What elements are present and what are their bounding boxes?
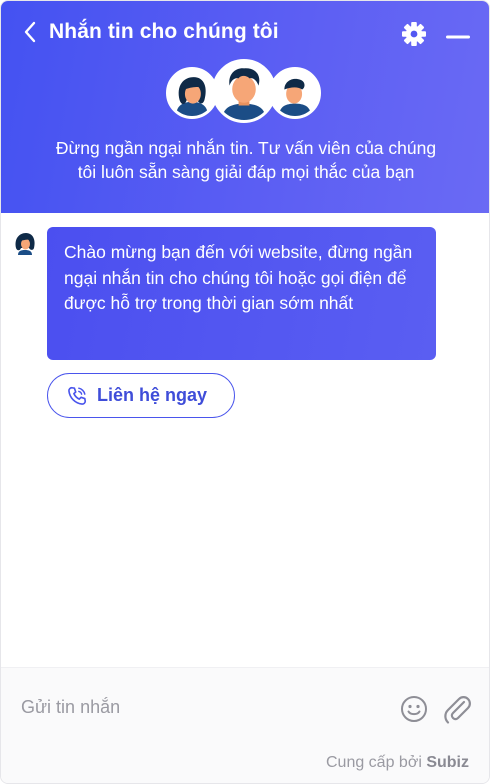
minus-icon bbox=[446, 35, 470, 39]
tagline-line-2: tôi luôn sẵn sàng giải đáp mọi thắc của … bbox=[77, 162, 415, 182]
agent-avatar-female bbox=[166, 67, 218, 119]
contact-now-label: Liên hệ ngay bbox=[97, 385, 208, 405]
chevron-left-icon bbox=[24, 21, 36, 43]
smiley-icon bbox=[401, 696, 427, 722]
agent-avatar-small bbox=[13, 231, 37, 255]
welcome-message-bubble: Chào mừng bạn đến với website, đừng ngần… bbox=[47, 227, 436, 360]
emoji-button[interactable] bbox=[400, 695, 428, 723]
powered-by: Cung cấp bởi Subiz bbox=[326, 754, 469, 772]
man-avatar-icon bbox=[215, 62, 273, 120]
back-button[interactable] bbox=[19, 20, 41, 44]
agent-avatar-icon bbox=[15, 233, 35, 255]
phone-icon bbox=[68, 386, 87, 405]
woman-avatar-icon bbox=[169, 70, 215, 116]
settings-button[interactable] bbox=[401, 21, 427, 47]
agent-avatar-male-center bbox=[212, 59, 276, 123]
message-input[interactable] bbox=[21, 692, 381, 722]
attach-button[interactable] bbox=[442, 693, 472, 725]
chat-widget: Nhắn tin cho chúng tôi Đừng ngần ngại nh… bbox=[0, 0, 490, 784]
powered-by-prefix: Cung cấp bởi bbox=[325, 754, 422, 771]
brand-link[interactable]: Subiz bbox=[426, 754, 469, 771]
man-avatar-icon bbox=[272, 70, 318, 116]
header-title: Nhắn tin cho chúng tôi bbox=[49, 20, 279, 43]
message-composer: Cung cấp bởi Subiz bbox=[1, 667, 489, 783]
header-tagline: Đừng ngần ngại nhắn tin. Tư vấn viên của… bbox=[21, 136, 471, 184]
chat-header: Nhắn tin cho chúng tôi Đừng ngần ngại nh… bbox=[1, 1, 489, 213]
minimize-button[interactable] bbox=[445, 29, 471, 39]
gear-icon bbox=[402, 22, 426, 46]
tagline-line-1: Đừng ngần ngại nhắn tin. Tư vấn viên của… bbox=[55, 138, 437, 158]
agent-avatars bbox=[1, 59, 489, 123]
agent-avatar-male-right bbox=[269, 67, 321, 119]
paperclip-icon bbox=[444, 696, 471, 724]
contact-now-button[interactable]: Liên hệ ngay bbox=[47, 373, 235, 418]
